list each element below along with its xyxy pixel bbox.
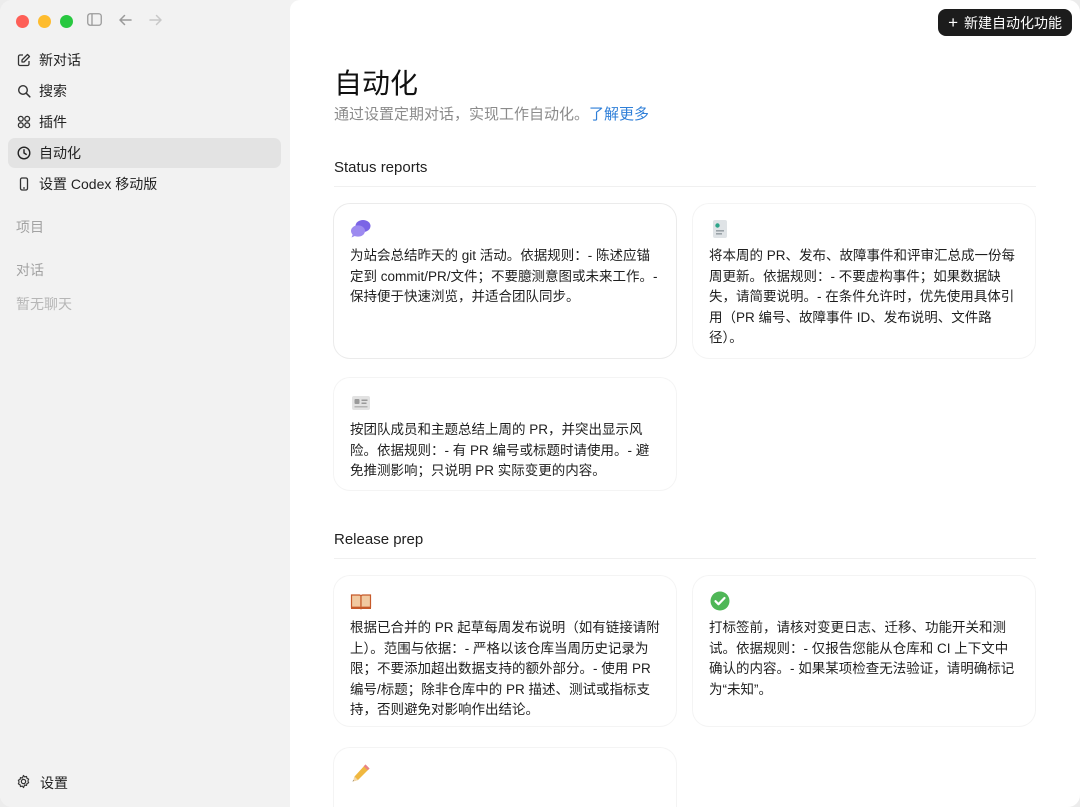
section-title-status-reports: Status reports bbox=[334, 159, 428, 176]
clock-icon bbox=[17, 146, 31, 160]
check-circle-icon bbox=[709, 590, 731, 612]
back-arrow-icon[interactable] bbox=[117, 12, 133, 32]
close-window-button[interactable] bbox=[16, 15, 29, 28]
plus-icon: + bbox=[948, 13, 958, 32]
automation-card[interactable]: 根据已合并的 PR 起草每周发布说明（如有链接请附上）。范围与依据：- 严格以该… bbox=[334, 576, 676, 726]
sidebar-nav: 新对话 搜索 插件 自动化 设置 Codex 移动版 bbox=[8, 45, 281, 200]
card-description: 根据已合并的 PR 起草每周发布说明（如有链接请附上）。范围与依据：- 严格以该… bbox=[350, 620, 660, 717]
automation-card[interactable]: 将本周的 PR、发布、故障事件和评审汇总成一份每周更新。依据规则：- 不要虚构事… bbox=[693, 204, 1035, 358]
sidebar-item-mobile-setup[interactable]: 设置 Codex 移动版 bbox=[8, 169, 281, 199]
pencil-icon bbox=[350, 762, 372, 784]
minimize-window-button[interactable] bbox=[38, 15, 51, 28]
open-book-icon bbox=[350, 590, 372, 612]
card-description: 为站会总结昨天的 git 活动。依据规则：- 陈述应锚定到 commit/PR/… bbox=[350, 248, 658, 304]
sidebar-toggle-icon[interactable] bbox=[87, 13, 102, 30]
report-icon bbox=[709, 218, 731, 240]
phone-icon bbox=[17, 177, 31, 191]
card-description: 按团队成员和主题总结上周的 PR，并突出显示风险。依据规则：- 有 PR 编号或… bbox=[350, 422, 650, 478]
edit-icon bbox=[17, 53, 31, 67]
plugins-icon bbox=[17, 115, 31, 129]
settings-button[interactable]: 设置 bbox=[16, 773, 68, 793]
id-card-icon bbox=[350, 392, 372, 414]
sidebar-item-search[interactable]: 搜索 bbox=[8, 76, 281, 106]
projects-section-label: 项目 bbox=[16, 219, 44, 235]
sidebar-item-label: 插件 bbox=[39, 114, 67, 130]
automation-card[interactable]: 为站会总结昨天的 git 活动。依据规则：- 陈述应锚定到 commit/PR/… bbox=[334, 204, 676, 358]
section-divider bbox=[334, 186, 1036, 187]
chat-bubbles-icon bbox=[350, 218, 372, 240]
learn-more-link[interactable]: 了解更多 bbox=[589, 106, 649, 123]
chats-section-label: 对话 bbox=[16, 262, 44, 278]
empty-chats-text: 暂无聊天 bbox=[16, 296, 72, 312]
automation-card[interactable] bbox=[334, 748, 676, 807]
sidebar-item-new-chat[interactable]: 新对话 bbox=[8, 45, 281, 75]
app-window: 新对话 搜索 插件 自动化 设置 Codex 移动版 项目 对话 暂无聊天 设置… bbox=[0, 0, 1080, 807]
settings-label: 设置 bbox=[40, 775, 68, 791]
gear-icon bbox=[16, 774, 31, 792]
window-controls bbox=[16, 15, 73, 28]
sidebar-item-label: 新对话 bbox=[39, 52, 81, 68]
sidebar-item-plugins[interactable]: 插件 bbox=[8, 107, 281, 137]
sidebar-item-automation[interactable]: 自动化 bbox=[8, 138, 281, 168]
section-divider bbox=[334, 558, 1036, 559]
new-automation-label: 新建自动化功能 bbox=[964, 14, 1062, 31]
sidebar-item-label: 搜索 bbox=[39, 83, 67, 99]
subtitle-text: 通过设置定期对话，实现工作自动化。 bbox=[334, 106, 590, 123]
card-description: 打标签前，请核对变更日志、迁移、功能开关和测试。依据规则：- 仅报告您能从仓库和… bbox=[709, 620, 1015, 697]
page-subtitle: 通过设置定期对话，实现工作自动化。了解更多 bbox=[334, 103, 649, 124]
automation-card[interactable]: 按团队成员和主题总结上周的 PR，并突出显示风险。依据规则：- 有 PR 编号或… bbox=[334, 378, 676, 490]
forward-arrow-icon[interactable] bbox=[148, 12, 164, 32]
search-icon bbox=[17, 84, 31, 98]
sidebar-item-label: 自动化 bbox=[39, 145, 81, 161]
section-title-release-prep: Release prep bbox=[334, 531, 424, 548]
sidebar: 新对话 搜索 插件 自动化 设置 Codex 移动版 项目 对话 暂无聊天 设置 bbox=[0, 0, 290, 807]
sidebar-item-label: 设置 Codex 移动版 bbox=[39, 176, 158, 192]
new-automation-button[interactable]: + 新建自动化功能 bbox=[938, 9, 1072, 36]
page-title: 自动化 bbox=[334, 68, 419, 99]
automation-card[interactable]: 打标签前，请核对变更日志、迁移、功能开关和测试。依据规则：- 仅报告您能从仓库和… bbox=[693, 576, 1035, 726]
zoom-window-button[interactable] bbox=[60, 15, 73, 28]
card-description: 将本周的 PR、发布、故障事件和评审汇总成一份每周更新。依据规则：- 不要虚构事… bbox=[709, 248, 1016, 345]
main-content: + 新建自动化功能 自动化 通过设置定期对话，实现工作自动化。了解更多 Stat… bbox=[290, 0, 1080, 807]
